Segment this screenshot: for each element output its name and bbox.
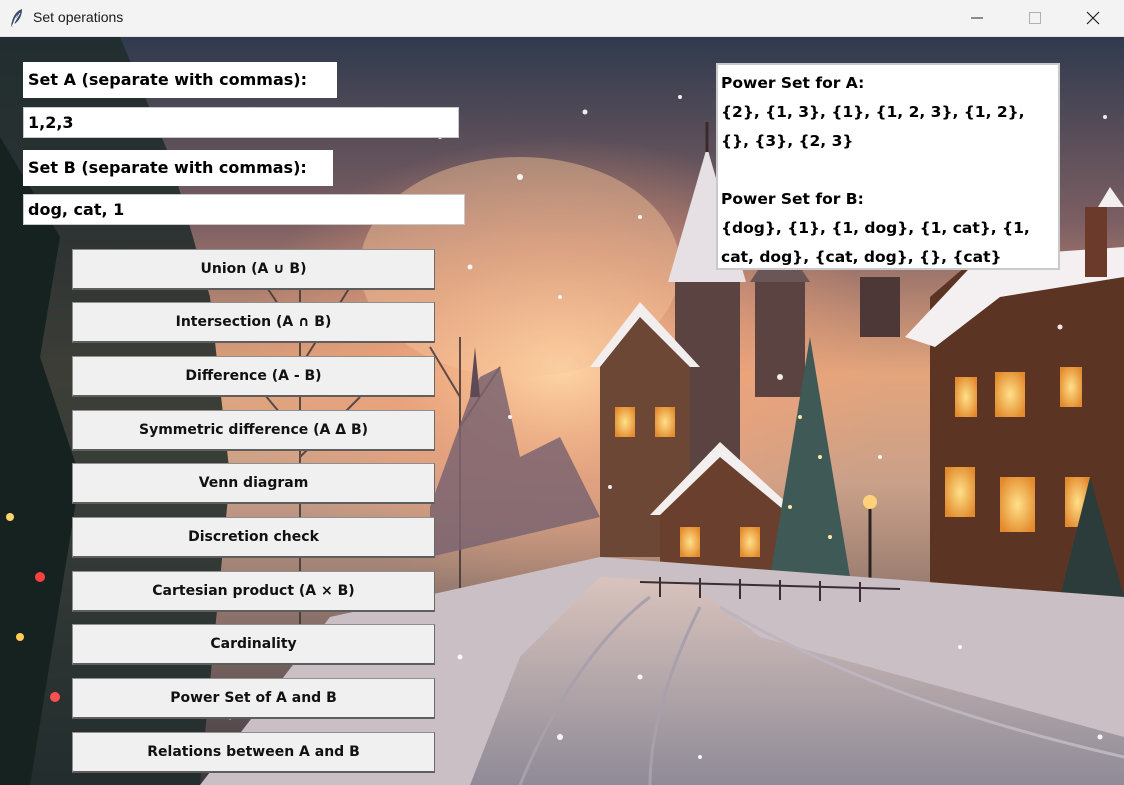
cardinality-button[interactable]: Cardinality — [72, 624, 435, 665]
power-set-b-content: {dog}, {1}, {1, dog}, {1, cat}, {1, cat,… — [721, 219, 1030, 266]
venn-diagram-button[interactable]: Venn diagram — [72, 463, 435, 504]
discretion-check-button[interactable]: Discretion check — [72, 517, 435, 558]
set-b-input[interactable] — [23, 194, 465, 225]
set-a-input[interactable] — [23, 107, 459, 138]
close-icon — [1086, 11, 1100, 25]
set-b-label: Set B (separate with commas): — [23, 150, 333, 186]
power-set-b-heading: Power Set for B: — [721, 190, 864, 208]
union-button[interactable]: Union (A ∪ B) — [72, 249, 435, 290]
set-a-label: Set A (separate with commas): — [23, 62, 337, 98]
cartesian-product-button[interactable]: Cartesian product (A × B) — [72, 571, 435, 612]
relations-button[interactable]: Relations between A and B — [72, 732, 435, 773]
minimize-button[interactable] — [948, 0, 1006, 36]
output-spacer — [721, 156, 1055, 185]
close-button[interactable] — [1064, 0, 1122, 36]
app-window: Set operations Set A (separate with comm… — [0, 0, 1124, 785]
title-bar[interactable]: Set operations — [0, 0, 1124, 37]
difference-button[interactable]: Difference (A - B) — [72, 356, 435, 397]
symmetric-difference-button[interactable]: Symmetric difference (A Δ B) — [72, 410, 435, 451]
minimize-icon — [971, 17, 983, 19]
result-output[interactable]: Power Set for A: {2}, {1, 3}, {1}, {1, 2… — [716, 63, 1060, 270]
power-set-button[interactable]: Power Set of A and B — [72, 678, 435, 719]
maximize-icon — [1029, 12, 1041, 24]
power-set-a-content: {2}, {1, 3}, {1}, {1, 2, 3}, {1, 2}, {},… — [721, 103, 1025, 150]
maximize-button[interactable] — [1006, 0, 1064, 36]
window-title: Set operations — [33, 9, 124, 25]
intersection-button[interactable]: Intersection (A ∩ B) — [72, 302, 435, 343]
feather-icon — [9, 8, 25, 28]
power-set-a-heading: Power Set for A: — [721, 74, 865, 92]
